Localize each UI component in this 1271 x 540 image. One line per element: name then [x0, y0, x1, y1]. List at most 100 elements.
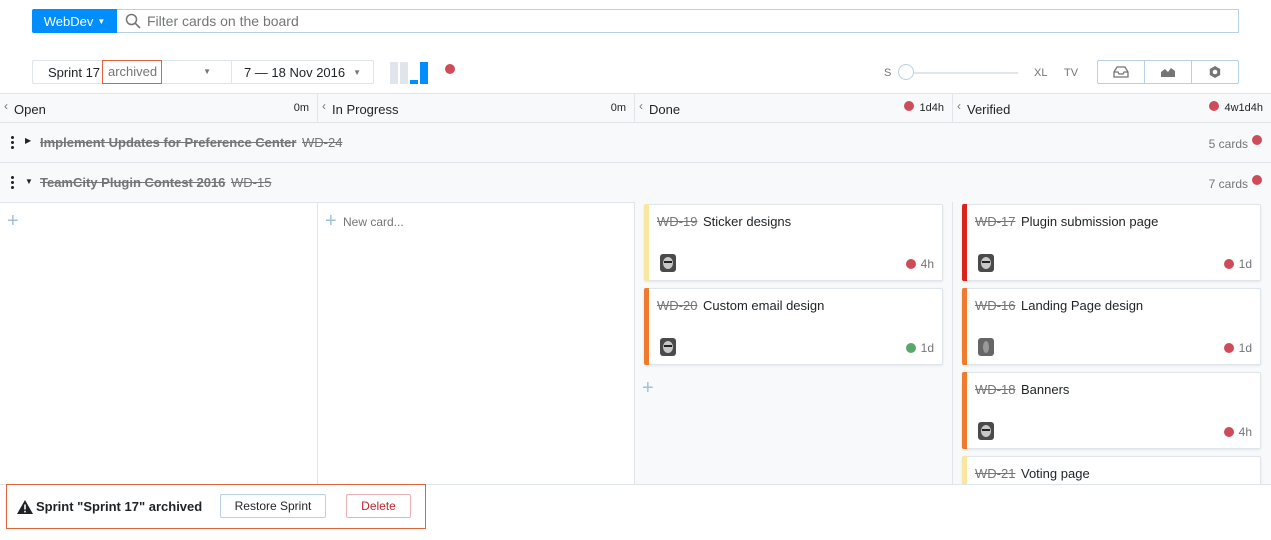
chart-view-button[interactable] — [1145, 61, 1192, 83]
collapse-chevron-icon[interactable]: ‹ — [4, 99, 8, 113]
column-header-done[interactable]: ‹ Done 1d4h — [635, 94, 953, 123]
sprint-name: Sprint 17 — [48, 64, 101, 80]
card-summary[interactable]: Landing Page design — [1021, 298, 1143, 313]
column-header-open[interactable]: ‹ Open 0m — [0, 94, 318, 123]
caret-down-icon: ▼ — [353, 67, 362, 77]
swimlane[interactable]: ▼ TeamCity Plugin Contest 2016 WD-15 7 c… — [0, 163, 1271, 203]
card-estimate: 1d — [1238, 257, 1252, 271]
collapse-chevron-icon[interactable]: ‹ — [957, 99, 961, 113]
more-options-icon[interactable] — [11, 136, 14, 150]
card-priority-stripe — [644, 204, 649, 281]
column-header-verified[interactable]: ‹ Verified 4w1d4h — [953, 94, 1271, 123]
card-id[interactable]: WD-18 — [975, 382, 1015, 397]
burndown-chart-button[interactable] — [390, 62, 428, 84]
collapse-triangle-icon[interactable]: ▼ — [25, 177, 33, 186]
column-name: Open — [14, 102, 46, 117]
card-priority-stripe — [962, 204, 967, 281]
delete-sprint-button[interactable]: Delete — [346, 494, 411, 518]
card-estimate: 1d — [1238, 341, 1252, 355]
add-card-icon[interactable]: + — [325, 211, 337, 231]
swimlane-status-dot — [1252, 135, 1262, 145]
card-status-dot — [1224, 427, 1234, 437]
size-min-label: S — [884, 67, 892, 79]
collapse-chevron-icon[interactable]: ‹ — [639, 99, 643, 113]
card-priority-stripe — [962, 288, 967, 365]
card-estimate: 4h — [920, 257, 934, 271]
column-status-dot — [904, 101, 914, 111]
search-input[interactable] — [147, 13, 1147, 29]
card-size-slider-track[interactable] — [900, 72, 1018, 74]
swimlane[interactable]: ▶ Implement Updates for Preference Cente… — [0, 123, 1271, 163]
sprint-selector[interactable]: Sprint 17 archived ▼ — [32, 60, 232, 84]
project-name: WebDev — [43, 13, 94, 29]
expand-triangle-icon[interactable]: ▶ — [25, 136, 31, 145]
assignee-avatar[interactable] — [660, 338, 676, 356]
search-icon — [123, 11, 143, 31]
chart-bar — [400, 62, 408, 84]
card-summary[interactable]: Custom email design — [703, 298, 824, 313]
card-id[interactable]: WD-16 — [975, 298, 1015, 313]
add-card-icon[interactable]: + — [642, 378, 654, 398]
tv-mode-label[interactable]: TV — [1064, 67, 1078, 79]
assignee-avatar[interactable] — [978, 422, 994, 440]
warning-icon — [17, 499, 33, 514]
card-priority-stripe — [962, 372, 967, 449]
new-card-link[interactable]: New card... — [343, 215, 404, 229]
collapse-chevron-icon[interactable]: ‹ — [322, 99, 326, 113]
agile-board: ‹ Open 0m ‹ In Progress 0m ‹ Done 1d4h ‹… — [0, 93, 1271, 540]
chart-bar — [410, 80, 418, 84]
swimlane-id[interactable]: WD-24 — [302, 135, 342, 150]
archived-tag: archived — [102, 60, 162, 84]
card-id[interactable]: WD-19 — [657, 214, 697, 229]
card-status-dot — [906, 259, 916, 269]
settings-button[interactable] — [1192, 61, 1238, 83]
card-priority-stripe — [644, 288, 649, 365]
card[interactable]: WD-19 Sticker designs 4h — [644, 204, 943, 281]
caret-down-icon: ▼ — [203, 67, 211, 76]
card-id[interactable]: WD-20 — [657, 298, 697, 313]
card[interactable]: WD-20 Custom email design 1d — [644, 288, 943, 365]
swimlane-title[interactable]: Implement Updates for Preference Center — [40, 135, 296, 150]
column-name: Done — [649, 102, 681, 117]
card-status-dot — [906, 343, 916, 353]
column-header-in-progress[interactable]: ‹ In Progress 0m — [318, 94, 635, 123]
chart-bar — [390, 62, 398, 84]
card-id[interactable]: WD-21 — [975, 466, 1015, 481]
card[interactable]: WD-18 Banners 4h — [962, 372, 1261, 449]
column-time: 1d4h — [919, 102, 944, 114]
swimlane-card-count: 7 cards — [1208, 177, 1248, 191]
card-summary[interactable]: Plugin submission page — [1021, 214, 1158, 229]
sprint-dates-selector[interactable]: 7 — 18 Nov 2016 ▼ — [231, 60, 374, 84]
search-bar: WebDev ▼ — [32, 9, 1239, 33]
card-size-slider-knob[interactable] — [898, 64, 914, 80]
sprint-archived-notification: Sprint "Sprint 17" archived Restore Spri… — [6, 484, 426, 529]
notification-message: Sprint "Sprint 17" archived — [36, 499, 203, 514]
column-status-dot — [1209, 101, 1219, 111]
card[interactable]: WD-17 Plugin submission page 1d — [962, 204, 1261, 281]
sprint-dates: 7 — 18 Nov 2016 — [243, 64, 346, 80]
assignee-avatar[interactable] — [978, 254, 994, 272]
swimlane-title[interactable]: TeamCity Plugin Contest 2016 — [40, 175, 225, 190]
swimlane-card-count: 5 cards — [1208, 137, 1248, 151]
column-in-progress-cells: + New card... — [318, 202, 635, 502]
card-summary[interactable]: Banners — [1021, 382, 1069, 397]
restore-sprint-button[interactable]: Restore Sprint — [220, 494, 326, 518]
card-id[interactable]: WD-17 — [975, 214, 1015, 229]
card-summary[interactable]: Voting page — [1021, 466, 1090, 481]
inbox-icon — [1113, 66, 1129, 78]
add-card-icon[interactable]: + — [7, 211, 19, 231]
assignee-avatar[interactable] — [660, 254, 676, 272]
card-summary[interactable]: Sticker designs — [703, 214, 791, 229]
more-options-icon[interactable] — [11, 176, 14, 190]
column-time: 0m — [610, 102, 626, 114]
project-selector-button[interactable]: WebDev ▼ — [32, 9, 117, 33]
search-box — [117, 9, 1239, 33]
card-estimate: 4h — [1238, 425, 1252, 439]
column-time: 0m — [293, 102, 309, 114]
view-buttons — [1097, 60, 1239, 84]
swimlane-id[interactable]: WD-15 — [231, 175, 271, 190]
assignee-avatar[interactable] — [978, 338, 994, 356]
card[interactable]: WD-16 Landing Page design 1d — [962, 288, 1261, 365]
card-status-dot — [1224, 343, 1234, 353]
inbox-button[interactable] — [1098, 61, 1145, 83]
